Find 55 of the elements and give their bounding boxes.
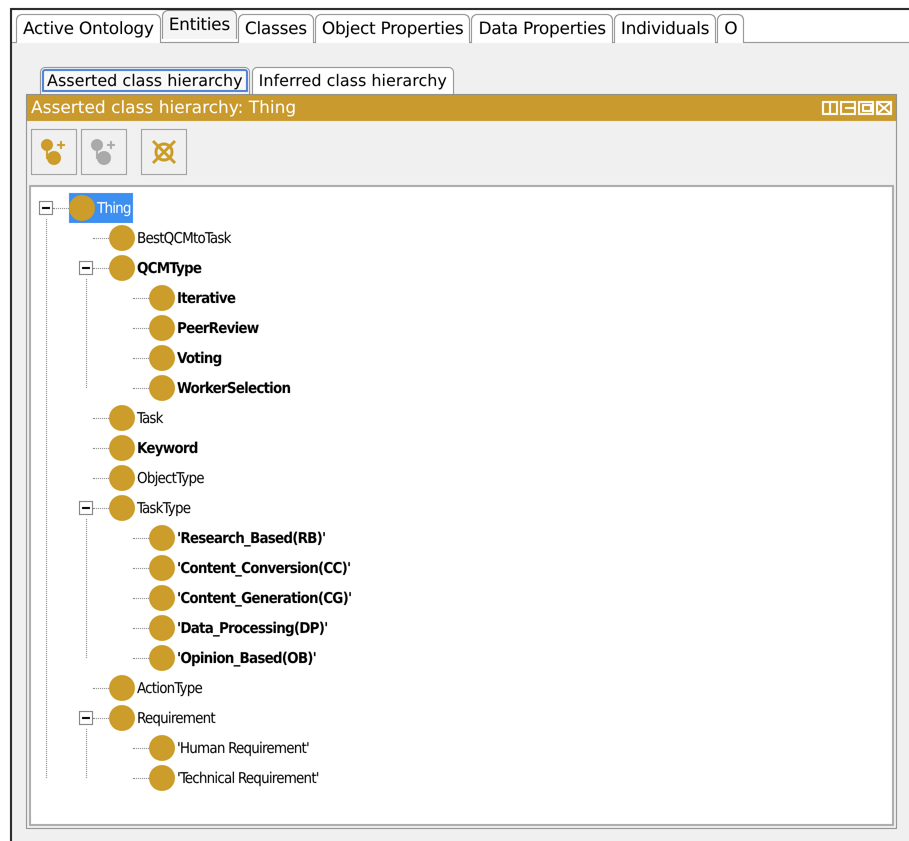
tab[interactable]: Classes (238, 14, 314, 43)
panel-title: Asserted class hierarchy: Thing (31, 98, 296, 118)
tree-item[interactable]: 'Content_Conversion(CC)' (149, 553, 352, 583)
class-icon (149, 285, 175, 311)
tree-item[interactable]: TaskType (109, 493, 192, 523)
class-icon (149, 345, 175, 371)
tab[interactable]: Active Ontology (16, 14, 161, 43)
tab[interactable]: Entities (162, 10, 237, 39)
tab[interactable]: Object Properties (314, 14, 470, 43)
class-icon (149, 585, 175, 611)
class-icon (149, 765, 175, 791)
delete-class-icon (149, 137, 179, 167)
tree-item[interactable]: 'Opinion_Based(OB)' (149, 643, 318, 673)
tree-item[interactable]: 'Research_Based(RB)' (149, 523, 328, 553)
tree-item[interactable]: Requirement (109, 703, 217, 733)
class-icon (69, 195, 95, 221)
tree-item[interactable]: Iterative (149, 283, 238, 313)
tab[interactable]: Inferred class hierarchy (252, 67, 454, 94)
tree-item[interactable]: 'Content_Generation(CG)' (149, 583, 354, 613)
class-icon (109, 405, 135, 431)
tree-item[interactable]: 'Data_Processing(DP)' (149, 613, 330, 643)
class-icon (149, 615, 175, 641)
tab[interactable]: Individuals (614, 14, 716, 43)
tree-item[interactable]: BestQCMtoTask (109, 223, 233, 253)
class-icon (149, 645, 175, 671)
class-icon (109, 675, 135, 701)
tree-item[interactable]: Voting (149, 343, 224, 373)
class-icon (149, 735, 175, 761)
class-icon (149, 525, 175, 551)
class-icon (109, 495, 135, 521)
class-icon (109, 255, 135, 281)
class-icon (149, 315, 175, 341)
tree-item[interactable]: QCMType (109, 253, 204, 283)
collapse-toggle[interactable] (79, 711, 93, 725)
collapse-toggle[interactable] (39, 201, 53, 215)
tree-item[interactable]: WorkerSelection (149, 373, 292, 403)
tab[interactable]: Data Properties (471, 14, 613, 43)
class-icon (149, 555, 175, 581)
tree-item[interactable]: Task (109, 403, 165, 433)
class-icon (109, 465, 135, 491)
window-controls-icon[interactable] (822, 101, 892, 115)
tree-item[interactable]: 'Human Requirement' (149, 733, 311, 763)
tree-item[interactable]: Keyword (109, 433, 200, 463)
tree-item[interactable]: ObjectType (109, 463, 206, 493)
class-icon (109, 705, 135, 731)
collapse-toggle[interactable] (79, 501, 93, 515)
class-icon (109, 225, 135, 251)
tab[interactable]: Asserted class hierarchy (40, 67, 250, 94)
collapse-toggle[interactable] (79, 261, 93, 275)
class-icon (109, 435, 135, 461)
class-icon (149, 375, 175, 401)
tree-item[interactable]: PeerReview (149, 313, 260, 343)
tree-item[interactable]: 'Technical Requirement' (149, 763, 321, 793)
tree-item[interactable]: ActionType (109, 673, 204, 703)
tab[interactable]: O (717, 14, 744, 43)
